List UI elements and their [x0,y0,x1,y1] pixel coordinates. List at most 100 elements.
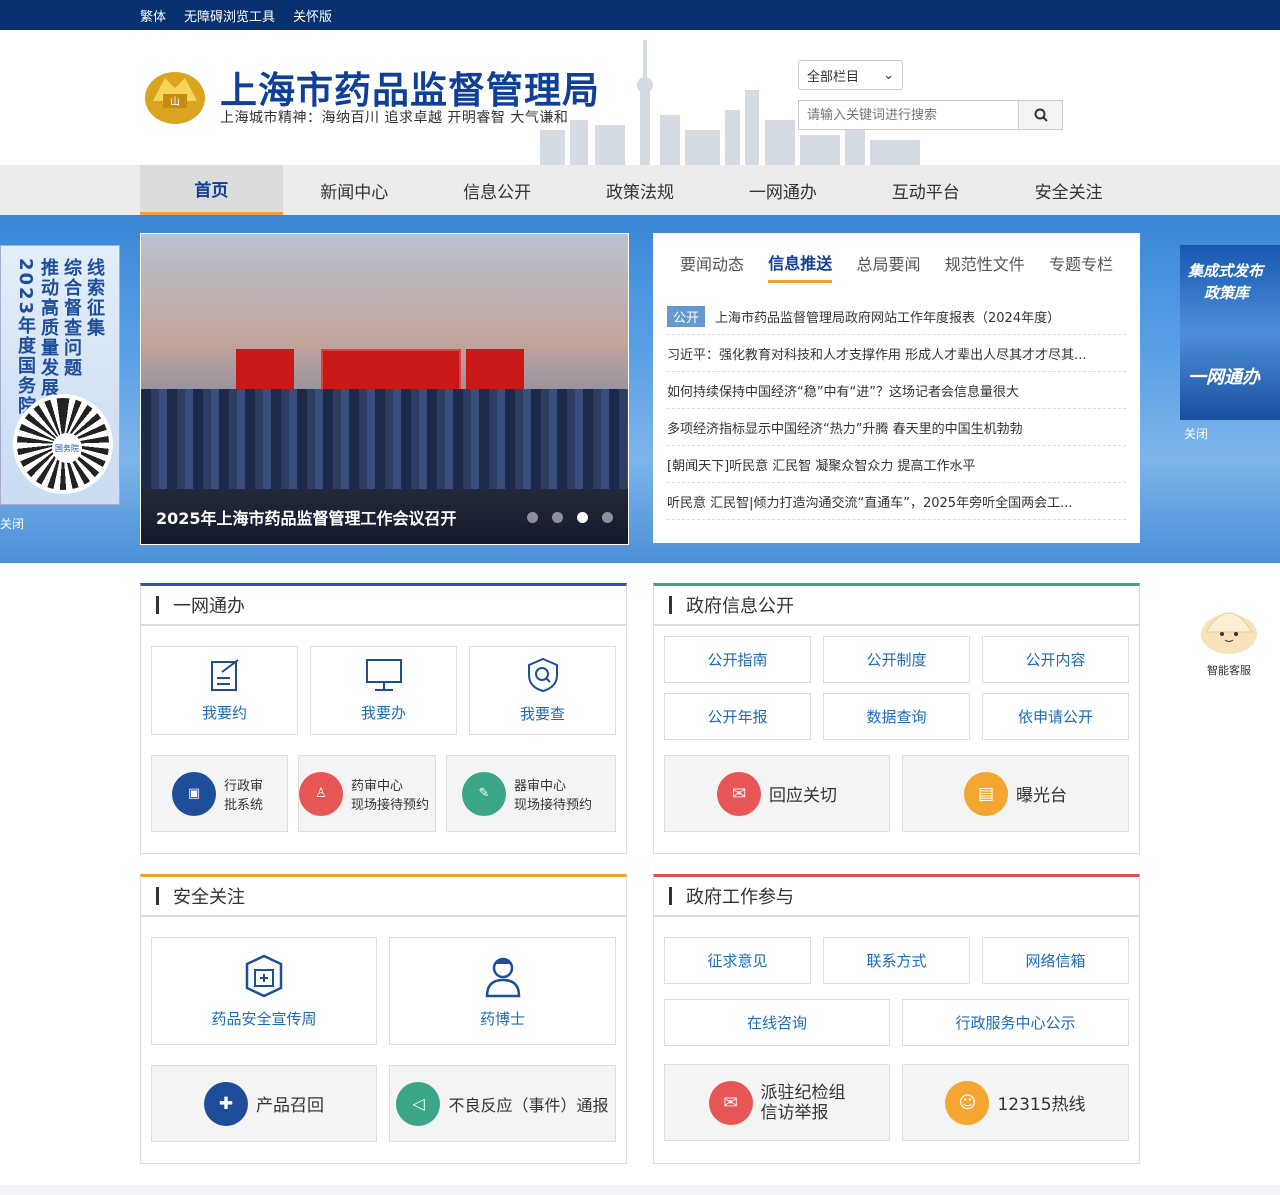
nav-interaction[interactable]: 互动平台 [854,165,997,215]
shield-search-icon [527,657,558,693]
device-review-card[interactable]: ✎ 器审中心 现场接待预约 [446,755,616,832]
traditional-link[interactable]: 繁体 [140,6,166,25]
nurse-icon: ♙ [299,771,343,816]
clipboard-icon: ✎ [462,771,506,816]
panel-title: 政府工作参与 [654,877,1139,917]
svg-text:山: 山 [170,96,180,108]
list-item[interactable]: 听民意 汇民智|倾力打造沟通交流“直通车”，2025年旁听全国两会工... [667,483,1126,520]
handle-card[interactable]: 我要办 [310,646,457,735]
mailbox-button[interactable]: 网络信箱 [982,937,1129,984]
bun-mascot-icon [1201,612,1257,654]
left-ad[interactable]: 线索征集 综合督查问题 推动高质量发展 2023年度国务院 国务院 [0,245,120,505]
appointment-card[interactable]: 我要约 [151,646,298,735]
nav-safety[interactable]: 安全关注 [997,165,1140,215]
speaker-icon: ◁ [396,1081,441,1126]
left-ad-line: 综合督查问题 [61,258,82,378]
message-icon: ✉ [717,771,761,816]
list-item[interactable]: 习近平：强化教育对科技和人才支撑作用 形成人才辈出人尽其才才尽其... [667,335,1126,372]
image-slider[interactable]: 2025年上海市药品监督管理工作会议召开 [140,233,629,545]
panels: 一网通办 我要约 我要办 我要查 ▣ 行政审批系统 ♙ 药审中心现场接待预约 [140,583,1140,1164]
slider-dot[interactable] [552,512,563,523]
qr-label: 国务院 [52,433,82,463]
search-scope-select[interactable]: 全部栏目 ⌄ [798,60,903,90]
main-nav: 首页 新闻中心 信息公开 政策法规 一网通办 互动平台 安全关注 [0,165,1280,215]
service-center-button[interactable]: 行政服务中心公示 [902,999,1129,1046]
admin-approval-card[interactable]: ▣ 行政审 批系统 [151,755,288,832]
nav-policy[interactable]: 政策法规 [569,165,712,215]
left-ad-line: 2023年度国务院 [15,258,36,417]
panel-safety: 安全关注 药品安全宣传周 药博士 ✚ 产品召回 ◁ 不良反应（事件）通报 [140,874,627,1164]
card-label: 药博士 [479,1009,525,1028]
accessibility-link[interactable]: 无障碍浏览工具 [184,6,275,25]
info-guide-button[interactable]: 公开指南 [664,636,811,683]
adverse-reaction-card[interactable]: ◁ 不良反应（事件）通报 [389,1065,616,1142]
info-content-button[interactable]: 公开内容 [982,636,1129,683]
online-consult-button[interactable]: 在线咨询 [664,999,890,1046]
right-ad-line: 政策库 [1204,284,1250,302]
right-ad[interactable]: 集成式发布政策库 一网通办 [1180,245,1280,420]
nav-home[interactable]: 首页 [140,165,283,215]
panel-title: 政府信息公开 [654,586,1139,626]
slider-dot[interactable] [602,512,613,523]
footer-strip [0,1185,1280,1195]
drug-doctor-card[interactable]: 药博士 [389,937,616,1045]
card-label: 我要查 [519,705,565,723]
discipline-report-card[interactable]: ✉ 派驻纪检组 信访举报 [664,1064,890,1141]
public-badge: 公开 [667,305,706,327]
nav-one-net[interactable]: 一网通办 [711,165,854,215]
hotline-card[interactable]: ☺ 12315热线 [902,1064,1129,1141]
drug-review-card[interactable]: ♙ 药审中心 现场接待预约 [298,755,436,832]
slider-dot[interactable] [527,512,538,523]
slide-image-part [141,389,628,489]
panel-participation: 政府工作参与 征求意见 联系方式 网络信箱 在线咨询 行政服务中心公示 ✉ 派驻纪… [653,874,1140,1164]
list-item[interactable]: 多项经济指标显示中国经济“热力”升腾 春天里的中国生机勃勃 [667,409,1126,446]
panel-title: 一网通办 [141,586,626,626]
solicit-opinion-button[interactable]: 征求意见 [664,937,811,984]
data-query-button[interactable]: 数据查询 [823,693,970,740]
drug-safety-week-card[interactable]: 药品安全宣传周 [151,937,377,1045]
product-recall-card[interactable]: ✚ 产品召回 [151,1065,377,1142]
exposure-card[interactable]: ▤ 曝光台 [902,755,1129,832]
tab-special-topics[interactable]: 专题专栏 [1049,245,1113,281]
smile-icon: ☺ [945,1080,990,1125]
tab-info-push[interactable]: 信息推送 [768,244,833,283]
chat-bot-label: 智能客服 [1207,664,1251,677]
annual-report-button[interactable]: 公开年报 [664,693,811,740]
mail-icon: ✉ [708,1080,753,1125]
query-card[interactable]: 我要查 [469,646,616,735]
search-button[interactable] [1018,100,1063,130]
left-ad-line: 线索征集 [84,258,105,338]
news-list: 公开 上海市药品监督管理局政府网站工作年度报表（2024年度） 习近平：强化教育对… [667,298,1126,520]
nav-news[interactable]: 新闻中心 [283,165,426,215]
list-item[interactable]: [朝闻天下]听民意 汇民智 凝聚众智众力 提高工作水平 [667,446,1126,483]
info-system-button[interactable]: 公开制度 [823,636,970,683]
qr-code: 国务院 [13,394,113,494]
skyline-graphic [540,40,920,165]
right-ad-close[interactable]: 关闭 [1184,425,1208,442]
right-ad-line: 一网通办 [1188,367,1260,388]
panel-one-net: 一网通办 我要约 我要办 我要查 ▣ 行政审批系统 ♙ 药审中心现场接待预约 [140,583,627,854]
slider-dots [527,512,613,523]
left-ad-close[interactable]: 关闭 [0,515,24,532]
care-mode-link[interactable]: 关怀版 [293,6,332,25]
list-item[interactable]: 公开 上海市药品监督管理局政府网站工作年度报表（2024年度） [667,298,1126,335]
tab-headlines[interactable]: 要闻动态 [680,245,744,281]
card-label: 我要约 [201,704,247,722]
news-box: 要闻动态 信息推送 总局要闻 规范性文件 专题专栏 公开 上海市药品监督管理局政府… [653,233,1140,543]
apply-disclosure-button[interactable]: 依申请公开 [982,693,1129,740]
search-input[interactable] [798,100,1018,130]
right-ad-line: 集成式发布 [1188,262,1264,280]
top-bar: 繁体 无障碍浏览工具 关怀版 [0,0,1280,30]
medicine-box-icon: ✚ [204,1081,248,1126]
chat-bot[interactable]: 智能客服 [1198,598,1260,677]
slider-dot-active[interactable] [577,512,588,523]
list-item[interactable]: 如何持续保持中国经济“稳”中有“进”？这场记者会信息量很大 [667,372,1126,409]
doctor-icon [485,957,520,997]
banner: 线索征集 综合督查问题 推动高质量发展 2023年度国务院 国务院 关闭 集成式… [0,215,1280,563]
contact-button[interactable]: 联系方式 [823,937,970,984]
tab-normative-docs[interactable]: 规范性文件 [945,245,1025,281]
card-label: 我要办 [360,704,406,722]
nav-info-public[interactable]: 信息公开 [426,165,569,215]
tab-nmpa-news[interactable]: 总局要闻 [856,245,920,281]
response-concern-card[interactable]: ✉ 回应关切 [664,755,890,832]
